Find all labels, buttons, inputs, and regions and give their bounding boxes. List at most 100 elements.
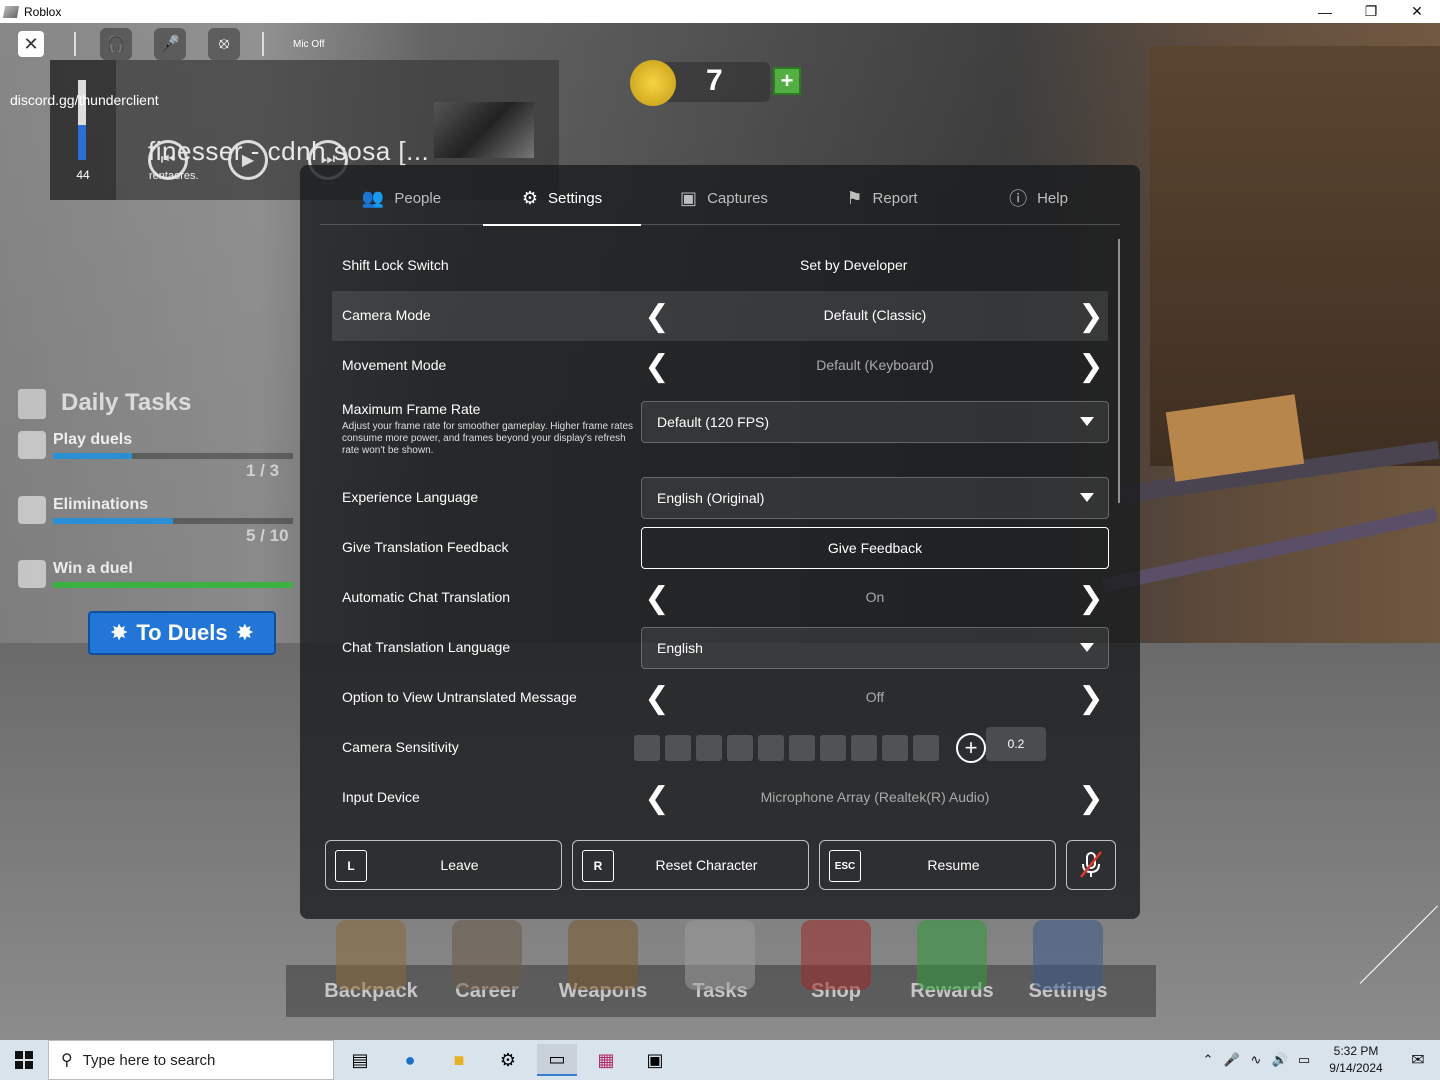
winrar-icon[interactable]: ▦ (586, 1044, 626, 1076)
setting-label: Camera Sensitivity (342, 739, 459, 755)
slider-segment[interactable] (696, 735, 722, 761)
task-count: 5 / 10 (246, 526, 289, 545)
leave-button[interactable]: L Leave (325, 840, 562, 890)
setting-label: Automatic Chat Translation (342, 589, 511, 605)
clock[interactable]: 5:32 PM 9/14/2024 (1316, 1043, 1396, 1077)
hotbar-settings[interactable]: Settings (1013, 920, 1123, 1003)
wifi-icon[interactable]: ∿ (1244, 1052, 1268, 1068)
task-view-icon[interactable]: ▤ (340, 1044, 380, 1076)
setting-label: Give Translation Feedback (342, 539, 509, 555)
task-progress (53, 453, 133, 459)
chevron-right-icon[interactable]: ❯ (1074, 581, 1108, 615)
tab-settings[interactable]: ⚙ Settings (483, 171, 641, 226)
setting-value: Off (865, 689, 885, 705)
plus-icon[interactable]: + (956, 733, 986, 763)
slider-segment[interactable] (665, 735, 691, 761)
volume-icon[interactable]: 🔊 (1268, 1052, 1292, 1068)
minimize-button[interactable]: — (1302, 0, 1348, 23)
slider-segment[interactable] (851, 735, 877, 761)
microphone-icon[interactable]: 🎤 (1220, 1052, 1244, 1068)
windows-start-icon[interactable] (0, 1040, 48, 1080)
slider-segment[interactable] (758, 735, 784, 761)
setting-movement-mode[interactable]: Movement Mode ❮ Default (Keyboard) ❯ (332, 341, 1108, 391)
divider (74, 32, 76, 56)
setting-view-untranslated[interactable]: Option to View Untranslated Message ❮ Of… (332, 673, 1108, 723)
tab-help[interactable]: ⓘ Help (957, 171, 1120, 225)
task-name: Win a duel (53, 560, 133, 577)
task-count: 1 / 3 (246, 461, 280, 480)
hotbar-tasks[interactable]: Tasks (665, 920, 775, 1003)
to-duels-button[interactable]: ✸ To Duels ✸ (88, 611, 276, 655)
slider-segment[interactable] (913, 735, 939, 761)
chevron-left-icon[interactable]: ❮ (640, 299, 674, 333)
emote-off-icon[interactable]: ⦻ (208, 28, 240, 60)
sensitivity-value[interactable]: 0.2 (986, 727, 1046, 761)
frame-rate-dropdown[interactable]: Default (120 FPS) (641, 401, 1109, 443)
notifications-icon[interactable]: ✉ (1396, 1050, 1440, 1070)
close-window-button[interactable]: ✕ (1394, 0, 1440, 23)
slider-segment[interactable] (727, 735, 753, 761)
caret-down-icon (1080, 417, 1094, 426)
chat-language-dropdown[interactable]: English (641, 627, 1109, 669)
window-app-icon[interactable]: ▣ (635, 1044, 675, 1076)
taskbar-search[interactable]: ⚲ Type here to search (48, 1040, 334, 1080)
battery-icon[interactable]: ▭ (1292, 1052, 1316, 1068)
resume-button[interactable]: ESC Resume (819, 840, 1056, 890)
give-feedback-button[interactable]: Give Feedback (641, 527, 1109, 569)
mic-muted-icon[interactable]: 🎤 (154, 28, 186, 60)
setting-max-frame-rate: Maximum Frame Rate Adjust your frame rat… (332, 391, 1109, 457)
sensitivity-slider[interactable] (634, 735, 939, 761)
volume-control[interactable]: 44 (50, 60, 116, 200)
setting-input-device[interactable]: Input Device ❮ Microphone Array (Realtek… (332, 773, 1108, 823)
chevron-right-icon[interactable]: ❯ (1074, 781, 1108, 815)
reset-character-button[interactable]: R Reset Character (572, 840, 809, 890)
chevron-left-icon[interactable]: ❮ (640, 781, 674, 815)
experience-language-dropdown[interactable]: English (Original) (641, 477, 1109, 519)
dropdown-value: English (Original) (657, 490, 765, 506)
folder-icon[interactable]: ■ (439, 1044, 479, 1076)
setting-chat-translation-language: Chat Translation Language English (332, 623, 1109, 673)
setting-translation-feedback: Give Translation Feedback Give Feedback (332, 523, 1109, 573)
setting-auto-chat-translation[interactable]: Automatic Chat Translation ❮ On ❯ (332, 573, 1108, 623)
setting-label: Maximum Frame Rate (342, 401, 481, 417)
chevron-left-icon[interactable]: ❮ (640, 349, 674, 383)
chevron-right-icon[interactable]: ❯ (1074, 681, 1108, 715)
settings-app-icon[interactable]: ⚙ (488, 1044, 528, 1076)
tab-report[interactable]: ⚑ Report (807, 171, 957, 225)
slider-segment[interactable] (882, 735, 908, 761)
add-coins-button[interactable]: + (773, 67, 801, 95)
tab-captures[interactable]: ▣ Captures (641, 171, 807, 225)
caret-down-icon (1080, 643, 1094, 652)
hotbar-shop[interactable]: Shop (781, 920, 891, 1003)
window-title: Roblox (24, 4, 62, 19)
chevron-right-icon[interactable]: ❯ (1074, 349, 1108, 383)
setting-camera-mode[interactable]: Camera Mode ❮ Default (Classic) ❯ (332, 291, 1108, 341)
tab-label: People (394, 189, 442, 207)
hotbar-backpack[interactable]: Backpack (316, 920, 426, 1003)
edge-icon[interactable]: ● (390, 1044, 430, 1076)
chevron-left-icon[interactable]: ❮ (640, 581, 674, 615)
setting-label: Shift Lock Switch (342, 257, 449, 273)
mic-toggle-button[interactable] (1066, 840, 1116, 890)
mic-off-label: Mic Off (293, 39, 325, 50)
tab-label: Help (1037, 189, 1068, 207)
chevron-right-icon[interactable]: ❯ (1074, 299, 1108, 333)
slider-segment[interactable] (820, 735, 846, 761)
song-title: finesser - cdnh sosa [... (148, 136, 430, 166)
hotbar-rewards[interactable]: Rewards (897, 920, 1007, 1003)
tab-people[interactable]: 👥 People (320, 171, 483, 225)
chevron-left-icon[interactable]: ❮ (640, 681, 674, 715)
headphones-icon[interactable]: 🎧 (100, 28, 132, 60)
button-label: Leave (440, 857, 479, 873)
hotbar-career[interactable]: Career (432, 920, 542, 1003)
weapon-icon (568, 920, 638, 990)
slider-segment[interactable] (634, 735, 660, 761)
slider-segment[interactable] (789, 735, 815, 761)
roblox-taskbar-icon[interactable]: ▭ (537, 1044, 577, 1076)
hotbar-weapons[interactable]: Weapons (548, 920, 658, 1003)
restore-button[interactable]: ❐ (1348, 0, 1394, 23)
chevron-up-icon[interactable]: ⌃ (1196, 1052, 1220, 1068)
close-menu-button[interactable]: ✕ (18, 31, 44, 57)
setting-experience-language: Experience Language English (Original) (332, 473, 1109, 523)
settings-scrollbar[interactable] (1118, 239, 1120, 503)
